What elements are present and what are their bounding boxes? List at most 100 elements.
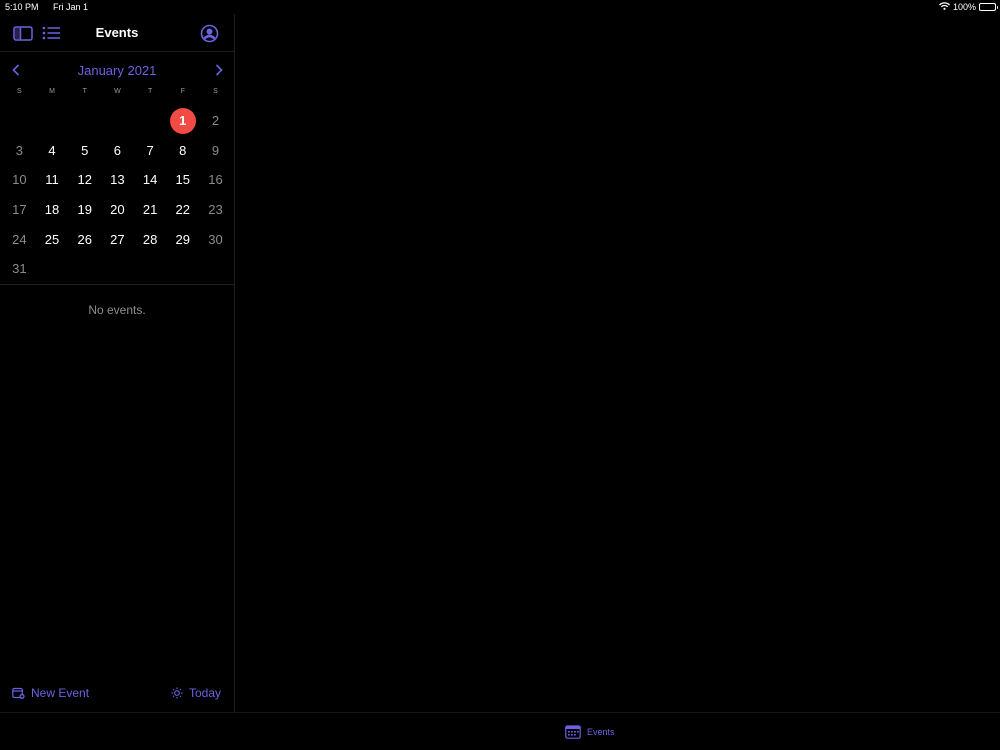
month-header: January 2021 [0, 52, 234, 88]
status-left: 5:10 PM Fri Jan 1 [5, 2, 88, 12]
day-number: 16 [208, 172, 223, 188]
battery-percent: 100% [952, 2, 976, 12]
calendar-day[interactable]: 5 [68, 136, 101, 166]
weekday-header: S M T W T F S [0, 88, 234, 104]
calendar-day[interactable]: 22 [166, 195, 199, 225]
day-number: 11 [45, 172, 59, 188]
weekday-label: M [49, 88, 55, 95]
tab-events[interactable]: Events [565, 725, 615, 739]
day-number: 5 [81, 142, 89, 158]
empty-events-message: No events. [88, 303, 146, 317]
calendar-day[interactable]: 8 [166, 136, 199, 166]
previous-month-button[interactable] [9, 63, 23, 77]
day-number: 4 [48, 142, 56, 158]
calendar-day[interactable]: 17 [3, 195, 36, 225]
sun-icon [171, 687, 183, 699]
app-screen: 5:10 PM Fri Jan 1 100% Events January 20… [0, 0, 1000, 750]
calendar-icon [565, 725, 581, 739]
calendar-day[interactable]: 19 [68, 195, 101, 225]
day-number: 6 [113, 142, 122, 158]
calendar-day[interactable]: 16 [199, 165, 232, 195]
list-icon[interactable] [40, 23, 62, 43]
calendar-add-icon [12, 687, 25, 699]
calendar-day[interactable]: 15 [166, 165, 199, 195]
month-label: January 2021 [77, 63, 157, 78]
day-number: 7 [146, 142, 154, 158]
calendar-day[interactable]: 4 [36, 136, 69, 166]
weekday-label: T [82, 88, 87, 95]
calendar-day[interactable]: 20 [101, 195, 134, 225]
weekday-label: S [213, 88, 218, 95]
calendar-day[interactable]: 2 [199, 106, 232, 136]
calendar-day[interactable]: 9 [199, 136, 232, 166]
day-number: 2 [211, 113, 220, 129]
calendar-day[interactable]: 27 [101, 224, 134, 254]
calendar-grid: 1 2 3 4 5 6 7 8 9 10 11 12 13 14 15 16 17 18 19 20 21 22 23 24 2… [0, 106, 234, 284]
calendar-day[interactable]: 29 [166, 224, 199, 254]
day-number: 30 [208, 231, 223, 247]
day-number: 15 [175, 172, 191, 188]
day-number: 28 [142, 231, 158, 247]
account-icon[interactable] [198, 23, 220, 43]
calendar-day[interactable]: 28 [134, 224, 167, 254]
weekday-label: F [180, 88, 185, 95]
day-number: 27 [110, 231, 125, 247]
chevron-right-icon [215, 64, 223, 76]
calendar-day[interactable]: 18 [36, 195, 69, 225]
next-month-button[interactable] [212, 63, 226, 77]
calendar-day[interactable]: 7 [134, 136, 167, 166]
status-right: 100% [939, 2, 998, 12]
calendar-day[interactable]: 3 [3, 136, 36, 166]
calendar-day[interactable]: 10 [3, 165, 36, 195]
empty-day-cell [68, 106, 101, 136]
calendar-day[interactable]: 6 [101, 136, 134, 166]
status-bar: 5:10 PM Fri Jan 1 100% [0, 0, 1000, 14]
day-number: 31 [12, 261, 27, 277]
new-event-label: New Event [31, 686, 90, 700]
day-number: 8 [179, 142, 187, 158]
calendar-day[interactable]: 1 [166, 106, 199, 136]
weekday-label: W [114, 88, 121, 95]
sidebar: Events January 2021 S M T W T F S 1 2 3 … [0, 14, 235, 712]
navigation-bar: Events [0, 14, 234, 52]
calendar-day[interactable]: 12 [68, 165, 101, 195]
tab-bar: Events [0, 712, 1000, 750]
day-number: 17 [12, 202, 27, 218]
empty-day-cell [101, 106, 134, 136]
day-number: 12 [77, 172, 92, 188]
chevron-left-icon [12, 64, 20, 76]
day-number: 3 [15, 142, 23, 158]
calendar-day[interactable]: 25 [36, 224, 69, 254]
calendar-day[interactable]: 24 [3, 224, 36, 254]
day-number: 18 [44, 202, 60, 218]
empty-day-cell [134, 106, 167, 136]
calendar-day[interactable]: 23 [199, 195, 232, 225]
day-number: 9 [211, 142, 220, 158]
calendar-day[interactable]: 30 [199, 224, 232, 254]
day-number: 10 [12, 172, 27, 188]
calendar-day[interactable]: 31 [3, 254, 36, 284]
day-number: 22 [175, 202, 191, 218]
weekday-label: S [17, 88, 22, 95]
sidebar-toggle-icon[interactable] [12, 23, 34, 43]
day-number: 21 [142, 202, 158, 218]
empty-day-cell [36, 106, 69, 136]
calendar-day[interactable]: 26 [68, 224, 101, 254]
day-number: 13 [110, 172, 125, 188]
calendar-day[interactable]: 21 [134, 195, 167, 225]
day-number: 14 [142, 172, 158, 188]
calendar-day[interactable]: 14 [134, 165, 167, 195]
today-button[interactable]: Today [171, 686, 221, 700]
day-number: 19 [77, 202, 92, 218]
new-event-button[interactable]: New Event [12, 686, 89, 700]
empty-day-cell [3, 106, 36, 136]
day-number: 20 [110, 202, 125, 218]
calendar-day[interactable]: 13 [101, 165, 134, 195]
divider [0, 284, 234, 285]
day-number: 1 [169, 107, 196, 134]
calendar-day[interactable]: 11 [36, 165, 69, 195]
wifi-icon [939, 2, 950, 12]
status-date: Fri Jan 1 [53, 2, 89, 12]
weekday-label: T [147, 88, 153, 95]
battery-icon [979, 3, 998, 11]
